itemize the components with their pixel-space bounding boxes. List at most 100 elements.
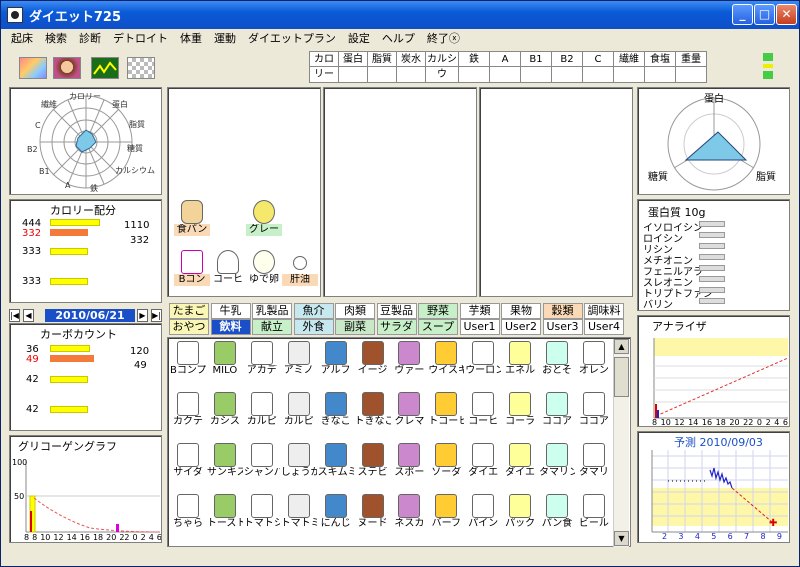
scroll-up-button[interactable]: ▲ xyxy=(614,339,629,354)
food-item[interactable]: きなこ xyxy=(318,392,354,436)
food-item[interactable]: クレマ xyxy=(391,392,427,436)
maximize-button[interactable]: □ xyxy=(754,4,775,25)
grid-tool-icon[interactable] xyxy=(127,57,155,79)
category-tab[interactable]: 野菜 xyxy=(418,303,458,319)
food-item[interactable]: アミノ xyxy=(281,341,317,385)
menu-item-exit[interactable]: 終了ⓧ xyxy=(421,30,466,46)
close-button[interactable]: ✕ xyxy=(776,4,797,25)
food-item[interactable]: ステビ xyxy=(355,443,391,487)
category-tab[interactable]: 豆製品 xyxy=(376,303,417,319)
food-item[interactable]: ウーロン xyxy=(465,341,501,385)
next-day-button[interactable]: ▶ xyxy=(137,309,148,322)
menu-item-settings[interactable]: 設定 xyxy=(342,30,376,46)
food-item[interactable]: ちゃら xyxy=(170,494,206,538)
food-item[interactable]: パン食 xyxy=(539,494,575,538)
food-item[interactable]: タマリ xyxy=(576,443,612,487)
category-tab[interactable]: 乳製品 xyxy=(252,303,292,319)
food-item[interactable]: ダイエ xyxy=(465,443,501,487)
food-item[interactable]: バーフ xyxy=(428,494,464,538)
food-item[interactable]: ソーダ xyxy=(428,443,464,487)
dinner-panel[interactable] xyxy=(479,87,633,297)
food-item[interactable]: トマトミ xyxy=(281,494,317,538)
category-tab[interactable]: 副菜 xyxy=(335,319,375,335)
food-item[interactable]: MILO xyxy=(207,341,243,385)
menu-item-wake[interactable]: 起床 xyxy=(5,30,39,46)
food-item[interactable]: ココア xyxy=(576,392,612,436)
menu-item-diet-plan[interactable]: ダイエットプラン xyxy=(242,30,342,46)
last-day-button[interactable]: ▶| xyxy=(151,309,162,322)
food-item-liver-oil[interactable]: 肝油 xyxy=(282,250,318,294)
food-item[interactable]: アルフ xyxy=(318,341,354,385)
food-item[interactable]: パイン xyxy=(465,494,501,538)
category-tab[interactable]: 穀類 xyxy=(542,303,583,319)
food-item[interactable]: しょうが xyxy=(281,443,317,487)
food-item[interactable]: ココア xyxy=(539,392,575,436)
food-scrollbar[interactable]: ▲ ▼ xyxy=(613,339,629,547)
food-item[interactable]: ネスカ xyxy=(391,494,427,538)
food-item[interactable]: カルピ xyxy=(244,392,280,436)
scroll-down-button[interactable]: ▼ xyxy=(614,531,629,546)
food-item[interactable]: シャンパ xyxy=(244,443,280,487)
food-item[interactable]: トースト xyxy=(207,494,243,538)
food-item[interactable]: ヴァー xyxy=(391,341,427,385)
category-tab[interactable]: 芋類 xyxy=(459,303,500,319)
food-item[interactable]: ウイスキ xyxy=(428,341,464,385)
category-tab[interactable]: 調味料 xyxy=(584,303,624,319)
menu-item-weight[interactable]: 体重 xyxy=(174,30,208,46)
face-tool-icon[interactable] xyxy=(53,57,81,79)
graph-tool-icon[interactable] xyxy=(91,57,119,79)
category-tab[interactable]: User2 xyxy=(501,319,541,335)
food-item[interactable]: サンキス xyxy=(207,443,243,487)
food-item[interactable]: オレン xyxy=(576,341,612,385)
minimize-button[interactable]: _ xyxy=(732,4,753,25)
title-bar[interactable]: ダイエット725 _ □ ✕ xyxy=(1,1,799,29)
category-tab[interactable]: おやつ xyxy=(169,319,209,335)
menu-item-search[interactable]: 検索 xyxy=(39,30,73,46)
food-item[interactable]: コーヒ xyxy=(465,392,501,436)
current-date[interactable]: 2010/06/21 xyxy=(45,309,135,322)
food-item[interactable]: パック xyxy=(502,494,538,538)
category-tab[interactable]: User3 xyxy=(542,319,583,335)
food-item[interactable]: ビール xyxy=(576,494,612,538)
lunch-panel[interactable] xyxy=(323,87,477,297)
food-item[interactable]: おとそ xyxy=(539,341,575,385)
food-item[interactable]: ヌード xyxy=(355,494,391,538)
food-item[interactable]: にんじ xyxy=(318,494,354,538)
category-tab[interactable]: 魚介 xyxy=(293,303,334,319)
food-item[interactable]: カシス xyxy=(207,392,243,436)
food-item[interactable]: サイダ xyxy=(170,443,206,487)
menu-item-diagnose[interactable]: 診断 xyxy=(73,30,107,46)
food-item-bread[interactable]: 食パン xyxy=(174,200,210,244)
category-tab[interactable]: サラダ xyxy=(376,319,417,335)
food-item[interactable]: カルピ xyxy=(281,392,317,436)
category-tab[interactable]: 肉類 xyxy=(335,303,375,319)
food-item[interactable]: ダイエ xyxy=(502,443,538,487)
category-tab[interactable]: スープ xyxy=(418,319,458,335)
food-item[interactable]: トマトシ xyxy=(244,494,280,538)
food-item[interactable]: イージ xyxy=(355,341,391,385)
category-tab[interactable]: 外食 xyxy=(293,319,334,335)
category-tab[interactable]: 牛乳 xyxy=(210,303,251,319)
food-item-bcomplex[interactable]: Bコン xyxy=(174,250,210,294)
category-tab[interactable]: User4 xyxy=(584,319,624,335)
food-item[interactable]: トコーヒ xyxy=(428,392,464,436)
category-tab[interactable]: たまご xyxy=(169,303,209,319)
food-item[interactable]: タマリン xyxy=(539,443,575,487)
menu-item-exercise[interactable]: 運動 xyxy=(208,30,242,46)
food-item-coffee[interactable]: コーヒ xyxy=(210,250,246,294)
breakfast-panel[interactable]: 食パン グレー Bコン コーヒ ゆで卵 肝油 xyxy=(167,87,321,297)
prev-day-button[interactable]: ◀ xyxy=(23,309,34,322)
menu-item-detroit[interactable]: デトロイト xyxy=(107,30,174,46)
food-item[interactable]: スキムミ xyxy=(318,443,354,487)
chart-tool-icon[interactable] xyxy=(19,57,47,79)
category-tab[interactable]: User1 xyxy=(459,319,500,335)
food-item[interactable]: コーラ xyxy=(502,392,538,436)
food-item[interactable]: スポー xyxy=(391,443,427,487)
food-item[interactable]: エネル xyxy=(502,341,538,385)
food-item[interactable]: トきなこ xyxy=(355,392,391,436)
category-tab[interactable]: 飲料 xyxy=(210,319,251,335)
food-item[interactable]: カクテ xyxy=(170,392,206,436)
category-tab[interactable]: 献立 xyxy=(252,319,292,335)
food-item[interactable]: アカデ xyxy=(244,341,280,385)
first-day-button[interactable]: |◀ xyxy=(9,309,20,322)
